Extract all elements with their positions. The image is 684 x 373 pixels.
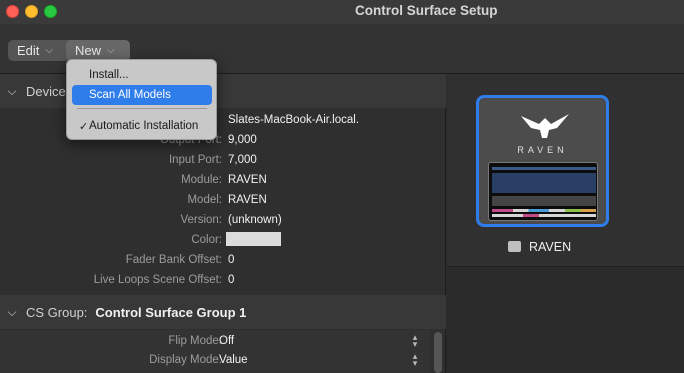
new-menu-button[interactable]: New ⌵ <box>66 40 130 61</box>
cs-group-section-header[interactable]: ⌵ CS Group: Control Surface Group 1 <box>0 295 446 329</box>
checkmark-icon: ✓ <box>79 120 89 133</box>
property-value-input-port[interactable]: 7,000 <box>228 154 257 166</box>
menu-item-label: Automatic Installation <box>89 120 199 132</box>
property-label: Color: <box>191 234 222 246</box>
property-label: Live Loops Scene Offset: <box>93 274 222 286</box>
device-area: RAVEN RAVEN <box>447 74 684 373</box>
property-label: Flip Mode: <box>168 335 222 347</box>
property-value-version: (unknown) <box>228 214 282 226</box>
property-label: Version: <box>180 214 222 226</box>
window-title: Control Surface Setup <box>355 3 498 18</box>
device-image: RAVEN <box>481 100 604 222</box>
new-dropdown-menu: Install... Scan All Models ✓ Automatic I… <box>66 59 217 140</box>
cs-group-properties: Flip Mode: Off ▴ ▾ Display Mode: Value ▴ ▾ <box>0 330 430 373</box>
property-value-flip-mode[interactable]: Off <box>219 335 234 347</box>
minimize-window-button[interactable] <box>25 5 38 18</box>
device-tile-raven[interactable]: RAVEN <box>476 95 609 227</box>
property-value-display-mode[interactable]: Value <box>219 354 248 366</box>
property-row-input-port: Input Port: 7,000 <box>0 151 446 171</box>
cs-group-label: CS Group: <box>26 304 88 320</box>
property-value-model: RAVEN <box>228 194 267 206</box>
property-label: Input Port: <box>168 154 222 166</box>
property-row-live-loops-scene-offset: Live Loops Scene Offset: 0 <box>0 271 446 291</box>
edit-menu-label: Edit <box>17 43 40 58</box>
menu-item-label: Install... <box>89 69 129 81</box>
edit-menu-button[interactable]: Edit ⌵ <box>8 40 66 61</box>
property-label: Model: <box>187 194 222 206</box>
property-value-host[interactable]: Slates-MacBook-Air.local. <box>228 114 359 126</box>
property-label: Display Mode: <box>149 354 222 366</box>
menu-separator <box>77 108 207 109</box>
close-window-button[interactable] <box>6 5 19 18</box>
property-row-version: Version: (unknown) <box>0 211 446 231</box>
property-row-flip-mode[interactable]: Flip Mode: Off ▴ ▾ <box>0 332 430 352</box>
property-row-display-mode[interactable]: Display Mode: Value ▴ ▾ <box>0 351 430 371</box>
scrollbar-thumb[interactable] <box>434 332 442 373</box>
property-value-fader-bank-offset[interactable]: 0 <box>228 254 234 266</box>
device-section-label: Device <box>26 83 66 99</box>
property-row-fader-bank-offset: Fader Bank Offset: 0 <box>0 251 446 271</box>
property-label: Module: <box>181 174 222 186</box>
popup-stepper-icon[interactable]: ▴ ▾ <box>410 352 420 368</box>
property-label: Fader Bank Offset: <box>125 254 222 266</box>
new-menu-label: New <box>75 43 102 58</box>
chevron-down-icon: ⌵ <box>107 45 115 56</box>
title-bar: Control Surface Setup <box>0 0 684 24</box>
menu-item-scan-all-models[interactable]: Scan All Models <box>72 85 212 105</box>
menu-item-automatic-installation[interactable]: ✓ Automatic Installation <box>72 116 212 136</box>
chevron-down-icon: ⌵ <box>45 45 53 56</box>
device-checkbox-icon[interactable] <box>508 241 521 252</box>
property-row-model: Model: RAVEN <box>0 191 446 211</box>
disclosure-chevron-icon[interactable]: ⌵ <box>0 305 24 320</box>
raven-bird-logo-icon <box>521 114 569 138</box>
raven-brand-text: RAVEN <box>517 145 568 155</box>
popup-stepper-icon[interactable]: ▴ ▾ <box>410 333 420 349</box>
property-value-module: RAVEN <box>228 174 267 186</box>
color-swatch[interactable] <box>226 232 281 246</box>
zoom-window-button[interactable] <box>44 5 57 18</box>
property-value-live-loops-scene-offset[interactable]: 0 <box>228 274 234 286</box>
property-row-color: Color: <box>0 231 446 251</box>
menu-item-label: Scan All Models <box>89 89 171 101</box>
cs-group-value[interactable]: Control Surface Group 1 <box>95 305 246 320</box>
property-row-module: Module: RAVEN <box>0 171 446 191</box>
device-screen-illustration <box>488 162 598 221</box>
menu-item-install[interactable]: Install... <box>72 65 212 85</box>
toolbar-menu-group: Edit ⌵ New ⌵ <box>8 40 130 61</box>
disclosure-chevron-icon[interactable]: ⌵ <box>0 84 24 99</box>
device-area-lower <box>447 266 684 373</box>
property-value-output-port[interactable]: 9,000 <box>228 134 257 146</box>
device-tile-name: RAVEN <box>529 240 572 254</box>
